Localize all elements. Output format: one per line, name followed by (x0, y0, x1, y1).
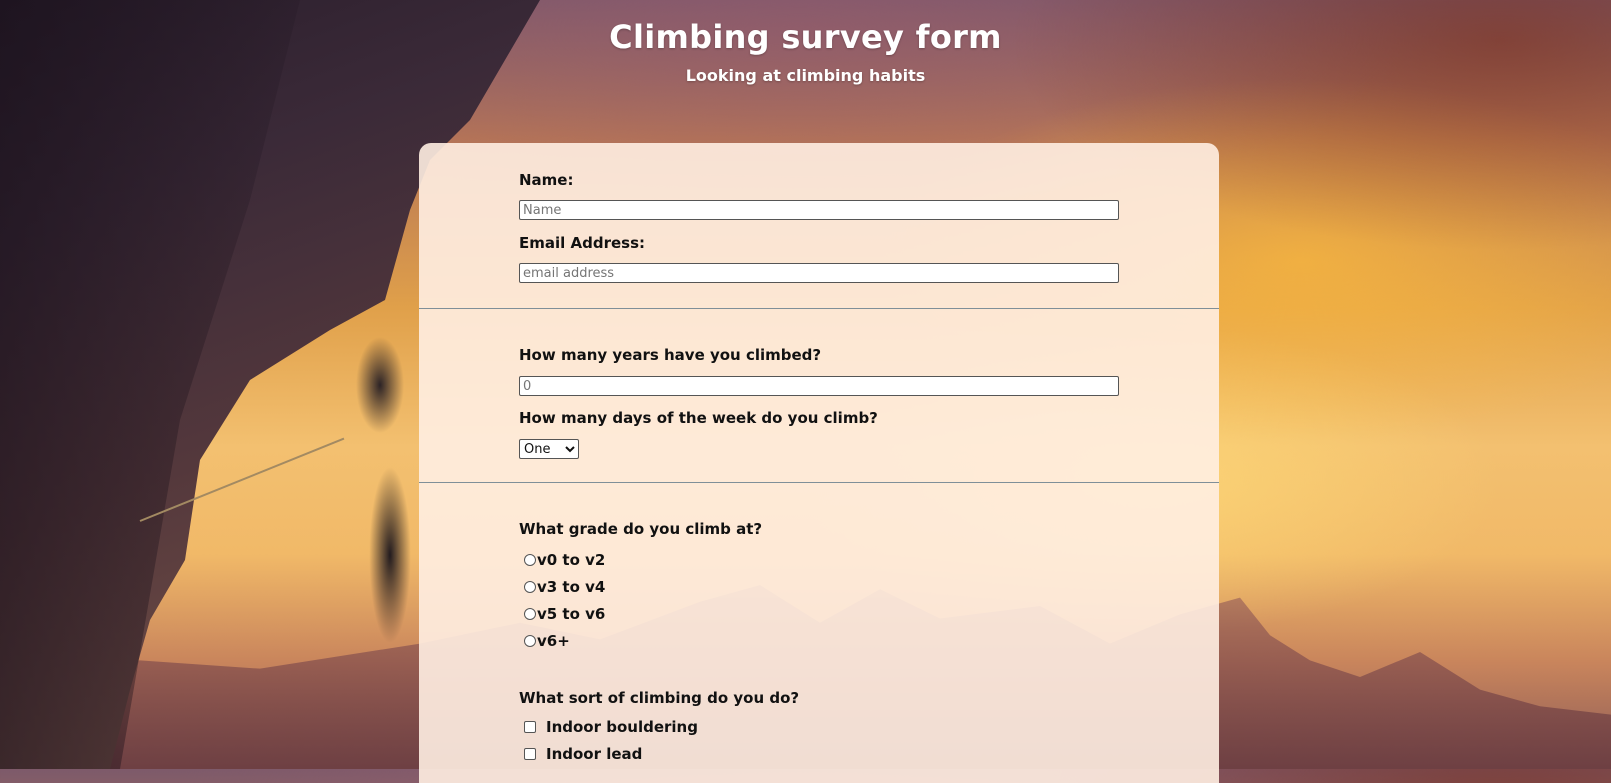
name-input[interactable] (519, 200, 1119, 220)
habits-section: How many years have you climbed? How man… (419, 309, 1219, 482)
grade-option-label: v5 to v6 (537, 605, 606, 623)
grade-section: What grade do you climb at? v0 to v2 v3 … (419, 483, 1219, 783)
background-rope (139, 437, 345, 522)
radio-button[interactable] (524, 608, 536, 620)
background-cliff-shadow (0, 0, 300, 769)
background-climber (335, 295, 425, 675)
name-label: Name: (519, 171, 574, 189)
grade-option-v0-v2[interactable]: v0 to v2 (524, 549, 605, 571)
grade-option-label: v0 to v2 (537, 551, 606, 569)
days-label: How many days of the week do you climb? (519, 409, 878, 427)
climbing-type-indoor-lead[interactable]: Indoor lead (524, 743, 642, 765)
email-input[interactable] (519, 263, 1119, 283)
radio-button[interactable] (524, 581, 536, 593)
grade-option-label: v3 to v4 (537, 578, 606, 596)
climbing-type-label: Indoor lead (546, 745, 643, 763)
grade-option-v5-v6[interactable]: v5 to v6 (524, 603, 605, 625)
grade-question: What grade do you climb at? (519, 520, 763, 538)
days-select[interactable]: One (519, 439, 579, 459)
radio-button[interactable] (524, 635, 536, 647)
checkbox[interactable] (524, 748, 536, 760)
personal-section: Name: Email Address: (419, 143, 1219, 309)
grade-option-label: v6+ (537, 632, 570, 650)
years-input[interactable] (519, 376, 1119, 396)
climbing-type-label: Indoor bouldering (546, 718, 698, 736)
climbing-type-question: What sort of climbing do you do? (519, 689, 800, 707)
grade-option-v3-v4[interactable]: v3 to v4 (524, 576, 605, 598)
email-label: Email Address: (519, 234, 646, 252)
checkbox[interactable] (524, 721, 536, 733)
survey-form: Name: Email Address: How many years have… (419, 143, 1219, 783)
page-subtitle: Looking at climbing habits (685, 66, 926, 85)
grade-option-v6-plus[interactable]: v6+ (524, 630, 570, 652)
radio-button[interactable] (524, 554, 536, 566)
page-header: Climbing survey form Looking at climbing… (0, 0, 1611, 85)
climbing-type-indoor-bouldering[interactable]: Indoor bouldering (524, 716, 698, 738)
years-label: How many years have you climbed? (519, 346, 822, 364)
page-title: Climbing survey form (609, 18, 1002, 56)
